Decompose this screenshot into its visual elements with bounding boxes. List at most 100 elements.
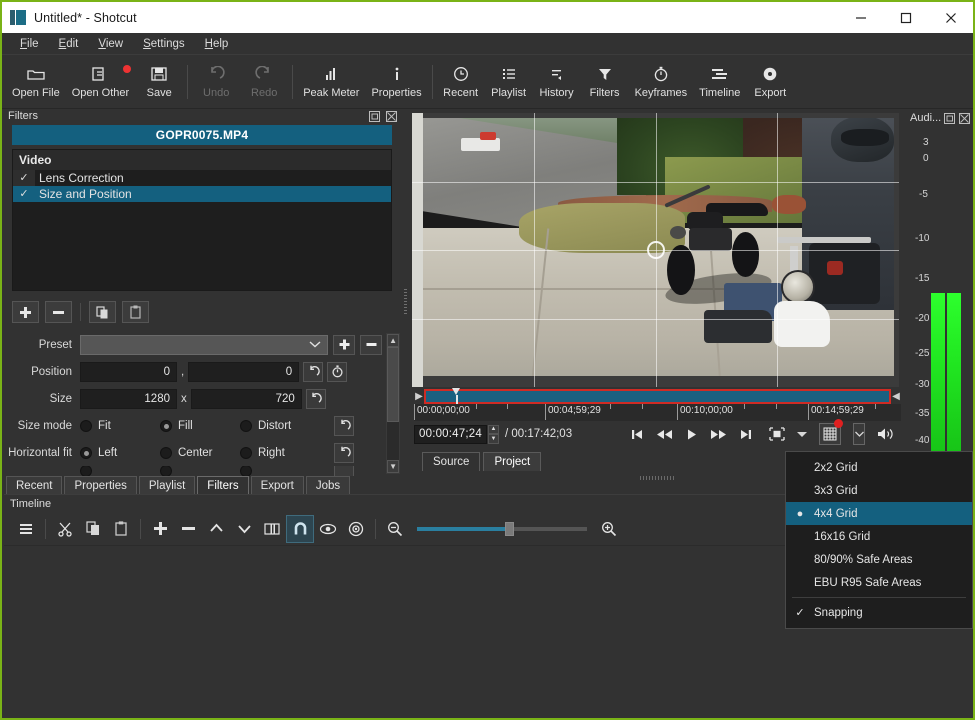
split-button[interactable] <box>258 515 286 543</box>
toolbar-redo[interactable]: Redo <box>240 57 288 107</box>
player-splitter-grip-icon[interactable] <box>639 476 674 480</box>
grid-chevron-down-icon[interactable] <box>853 423 865 445</box>
cut-button[interactable] <box>51 515 79 543</box>
toolbar-timeline[interactable]: Timeline <box>693 57 746 107</box>
menu-settings[interactable]: Settings <box>133 36 195 52</box>
current-timecode-field[interactable]: 00:00:47;24 <box>414 424 487 444</box>
scroll-down-arrow-icon[interactable]: ▼ <box>387 460 400 473</box>
position-x-field[interactable]: 0 <box>80 361 177 382</box>
grid-menu-item-safe-areas-8090[interactable]: 80/90% Safe Areas <box>786 548 972 571</box>
hfit-left[interactable]: Left <box>80 446 160 459</box>
scroll-up-arrow-icon[interactable]: ▲ <box>387 334 400 347</box>
zoom-chevron-down-icon[interactable] <box>797 431 807 437</box>
menu-file[interactable]: File <box>10 36 49 52</box>
toolbar-recent[interactable]: Recent <box>437 57 485 107</box>
zoom-in-button[interactable] <box>595 515 623 543</box>
position-reset-button[interactable] <box>303 361 324 382</box>
zoom-out-button[interactable] <box>381 515 409 543</box>
copy-filters-button[interactable] <box>89 301 116 323</box>
preset-add-button[interactable] <box>333 334 355 355</box>
size-mode-reset-button[interactable] <box>334 415 354 436</box>
size-mode-fit[interactable]: Fit <box>80 419 160 432</box>
grid-menu-item-ebu-r95[interactable]: EBU R95 Safe Areas <box>786 571 972 594</box>
copy-button[interactable] <box>79 515 107 543</box>
toolbar-properties[interactable]: Properties <box>365 57 427 107</box>
position-y-field[interactable]: 0 <box>188 361 300 382</box>
scrub-bar[interactable] <box>424 388 891 410</box>
toolbar-undo[interactable]: Undo <box>192 57 240 107</box>
grid-button[interactable] <box>819 419 843 445</box>
toolbar-history[interactable]: History <box>533 57 581 107</box>
menu-edit[interactable]: Edit <box>49 36 89 52</box>
filter-row-size-and-position[interactable]: ✓ Size and Position <box>13 186 392 202</box>
ripple-delete-button[interactable] <box>174 515 202 543</box>
filter-list[interactable]: Video ✓ Lens Correction ✓ Size and Posit… <box>12 149 393 291</box>
paste-button[interactable] <box>107 515 135 543</box>
timeline-menu-button[interactable] <box>12 515 40 543</box>
skip-next-icon[interactable] <box>739 428 753 441</box>
filter-row-lens-correction[interactable]: ✓ Lens Correction <box>13 170 391 186</box>
zoom-fit-icon[interactable] <box>769 427 785 441</box>
timecode-spinner[interactable]: ▲ ▼ <box>487 424 499 444</box>
toolbar-filters[interactable]: Filters <box>581 57 629 107</box>
size-mode-distort[interactable]: Distort <box>240 419 320 432</box>
toolbar-playlist[interactable]: Playlist <box>485 57 533 107</box>
close-panel-icon[interactable] <box>384 109 398 123</box>
close-icon[interactable] <box>928 2 973 33</box>
grid-menu-item-snapping[interactable]: ✓ Snapping <box>786 601 972 624</box>
menu-help[interactable]: Help <box>195 36 239 52</box>
size-width-field[interactable]: 1280 <box>80 388 177 409</box>
grid-menu-item-16x16[interactable]: 16x16 Grid <box>786 525 972 548</box>
rewind-icon[interactable] <box>656 428 673 441</box>
fast-forward-icon[interactable] <box>710 428 727 441</box>
filter-checkbox[interactable]: ✓ <box>13 186 35 202</box>
scroll-thumb[interactable] <box>387 347 400 422</box>
size-position-handle-icon[interactable] <box>646 241 665 259</box>
scrub-while-dragging-button[interactable] <box>314 515 342 543</box>
out-point-marker-icon[interactable]: ◀ <box>891 391 901 402</box>
toolbar-save[interactable]: Save <box>135 57 183 107</box>
grid-menu-item-2x2[interactable]: 2x2 Grid <box>786 456 972 479</box>
maximize-icon[interactable] <box>883 2 928 33</box>
player-ruler[interactable]: 00:00;00;00 00:04;59;29 00:10;00;00 00:1… <box>414 404 901 421</box>
toolbar-keyframes[interactable]: Keyframes <box>629 57 694 107</box>
scroll-track[interactable] <box>387 347 400 460</box>
hfit-center[interactable]: Center <box>160 446 240 459</box>
spin-down-icon[interactable]: ▼ <box>487 434 499 444</box>
toolbar-export[interactable]: Export <box>746 57 794 107</box>
toolbar-open-file[interactable]: Open File <box>6 57 66 107</box>
vfit-bottom[interactable] <box>240 466 320 476</box>
video-preview[interactable] <box>412 113 899 387</box>
tab-jobs[interactable]: Jobs <box>305 476 351 496</box>
horizontal-fit-reset-button[interactable] <box>334 442 354 463</box>
snap-button[interactable] <box>286 514 314 543</box>
timeline-zoom-slider[interactable] <box>417 521 587 536</box>
vfit-top[interactable] <box>80 466 160 476</box>
tab-filters[interactable]: Filters <box>197 476 249 496</box>
tab-export[interactable]: Export <box>250 476 304 496</box>
volume-icon[interactable] <box>877 427 895 441</box>
play-icon[interactable] <box>685 428 698 441</box>
preset-combobox[interactable] <box>80 334 328 355</box>
filter-checkbox[interactable]: ✓ <box>13 170 35 186</box>
parameters-scrollbar[interactable]: ▲ ▼ <box>386 333 401 474</box>
tab-properties[interactable]: Properties <box>64 476 137 496</box>
tab-playlist[interactable]: Playlist <box>138 476 196 496</box>
float-panel-icon[interactable] <box>367 109 381 123</box>
size-reset-button[interactable] <box>305 388 326 409</box>
skip-previous-icon[interactable] <box>630 428 644 441</box>
toolbar-peak-meter[interactable]: Peak Meter <box>297 57 365 107</box>
size-height-field[interactable]: 720 <box>190 388 302 409</box>
grid-menu-item-3x3[interactable]: 3x3 Grid <box>786 479 972 502</box>
float-panel-icon[interactable] <box>944 111 956 125</box>
ripple-all-tracks-button[interactable] <box>342 515 370 543</box>
size-mode-fill[interactable]: Fill <box>160 419 240 432</box>
minimize-icon[interactable] <box>838 2 883 33</box>
append-button[interactable] <box>146 515 174 543</box>
close-panel-icon[interactable] <box>958 111 970 125</box>
remove-filter-button[interactable] <box>45 301 72 323</box>
overwrite-button[interactable] <box>230 515 258 543</box>
in-point-marker-icon[interactable]: ▶ <box>414 391 424 402</box>
grid-menu-item-4x4[interactable]: ● 4x4 Grid <box>786 502 972 525</box>
tab-project[interactable]: Project <box>483 452 542 471</box>
